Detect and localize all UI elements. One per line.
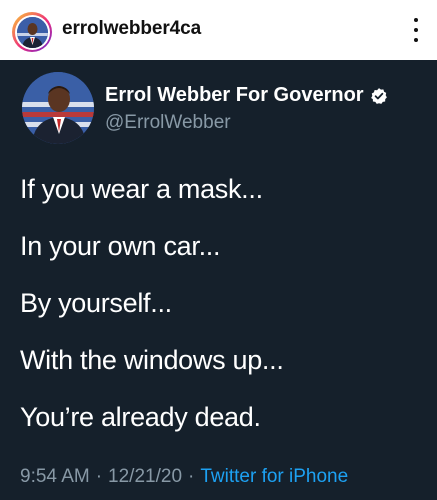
tweet-source: Twitter for iPhone [200,466,349,487]
tweet-handle: @ErrolWebber [105,112,231,133]
meta-separator: · [188,466,195,487]
tweet-line: If you wear a mask... [20,174,263,204]
more-dot [414,18,418,22]
tweet-avatar [22,72,94,144]
tweet-line: By yourself... [20,288,172,318]
more-dot [414,28,418,32]
more-vertical-icon[interactable] [411,18,421,42]
post-username[interactable]: errolwebber4ca [62,18,201,40]
verified-badge-icon [370,87,388,105]
tweet-time: 9:54 AM [20,466,90,487]
post-header: errolwebber4ca [0,0,437,60]
display-name-text: Errol Webber For Governor [105,84,364,106]
tweet-line: With the windows up... [20,345,284,375]
avatar-inner-ring [14,14,50,50]
profile-avatar[interactable] [12,12,52,52]
avatar-photo [16,16,48,48]
tweet-text: If you wear a mask... In your own car...… [20,173,284,458]
tweet-date: 12/21/20 [108,466,183,487]
more-dot [414,38,418,42]
meta-separator: · [95,466,103,487]
tweet-line: You’re already dead. [20,402,261,432]
tweet-line: In your own car... [20,231,221,261]
tweet-display-name: Errol Webber For Governor [105,84,388,107]
tweet-metadata: 9:54 AM · 12/21/20 · Twitter for iPhone [20,466,348,488]
tweet-screenshot: Errol Webber For Governor @ErrolWebber I… [0,60,437,500]
